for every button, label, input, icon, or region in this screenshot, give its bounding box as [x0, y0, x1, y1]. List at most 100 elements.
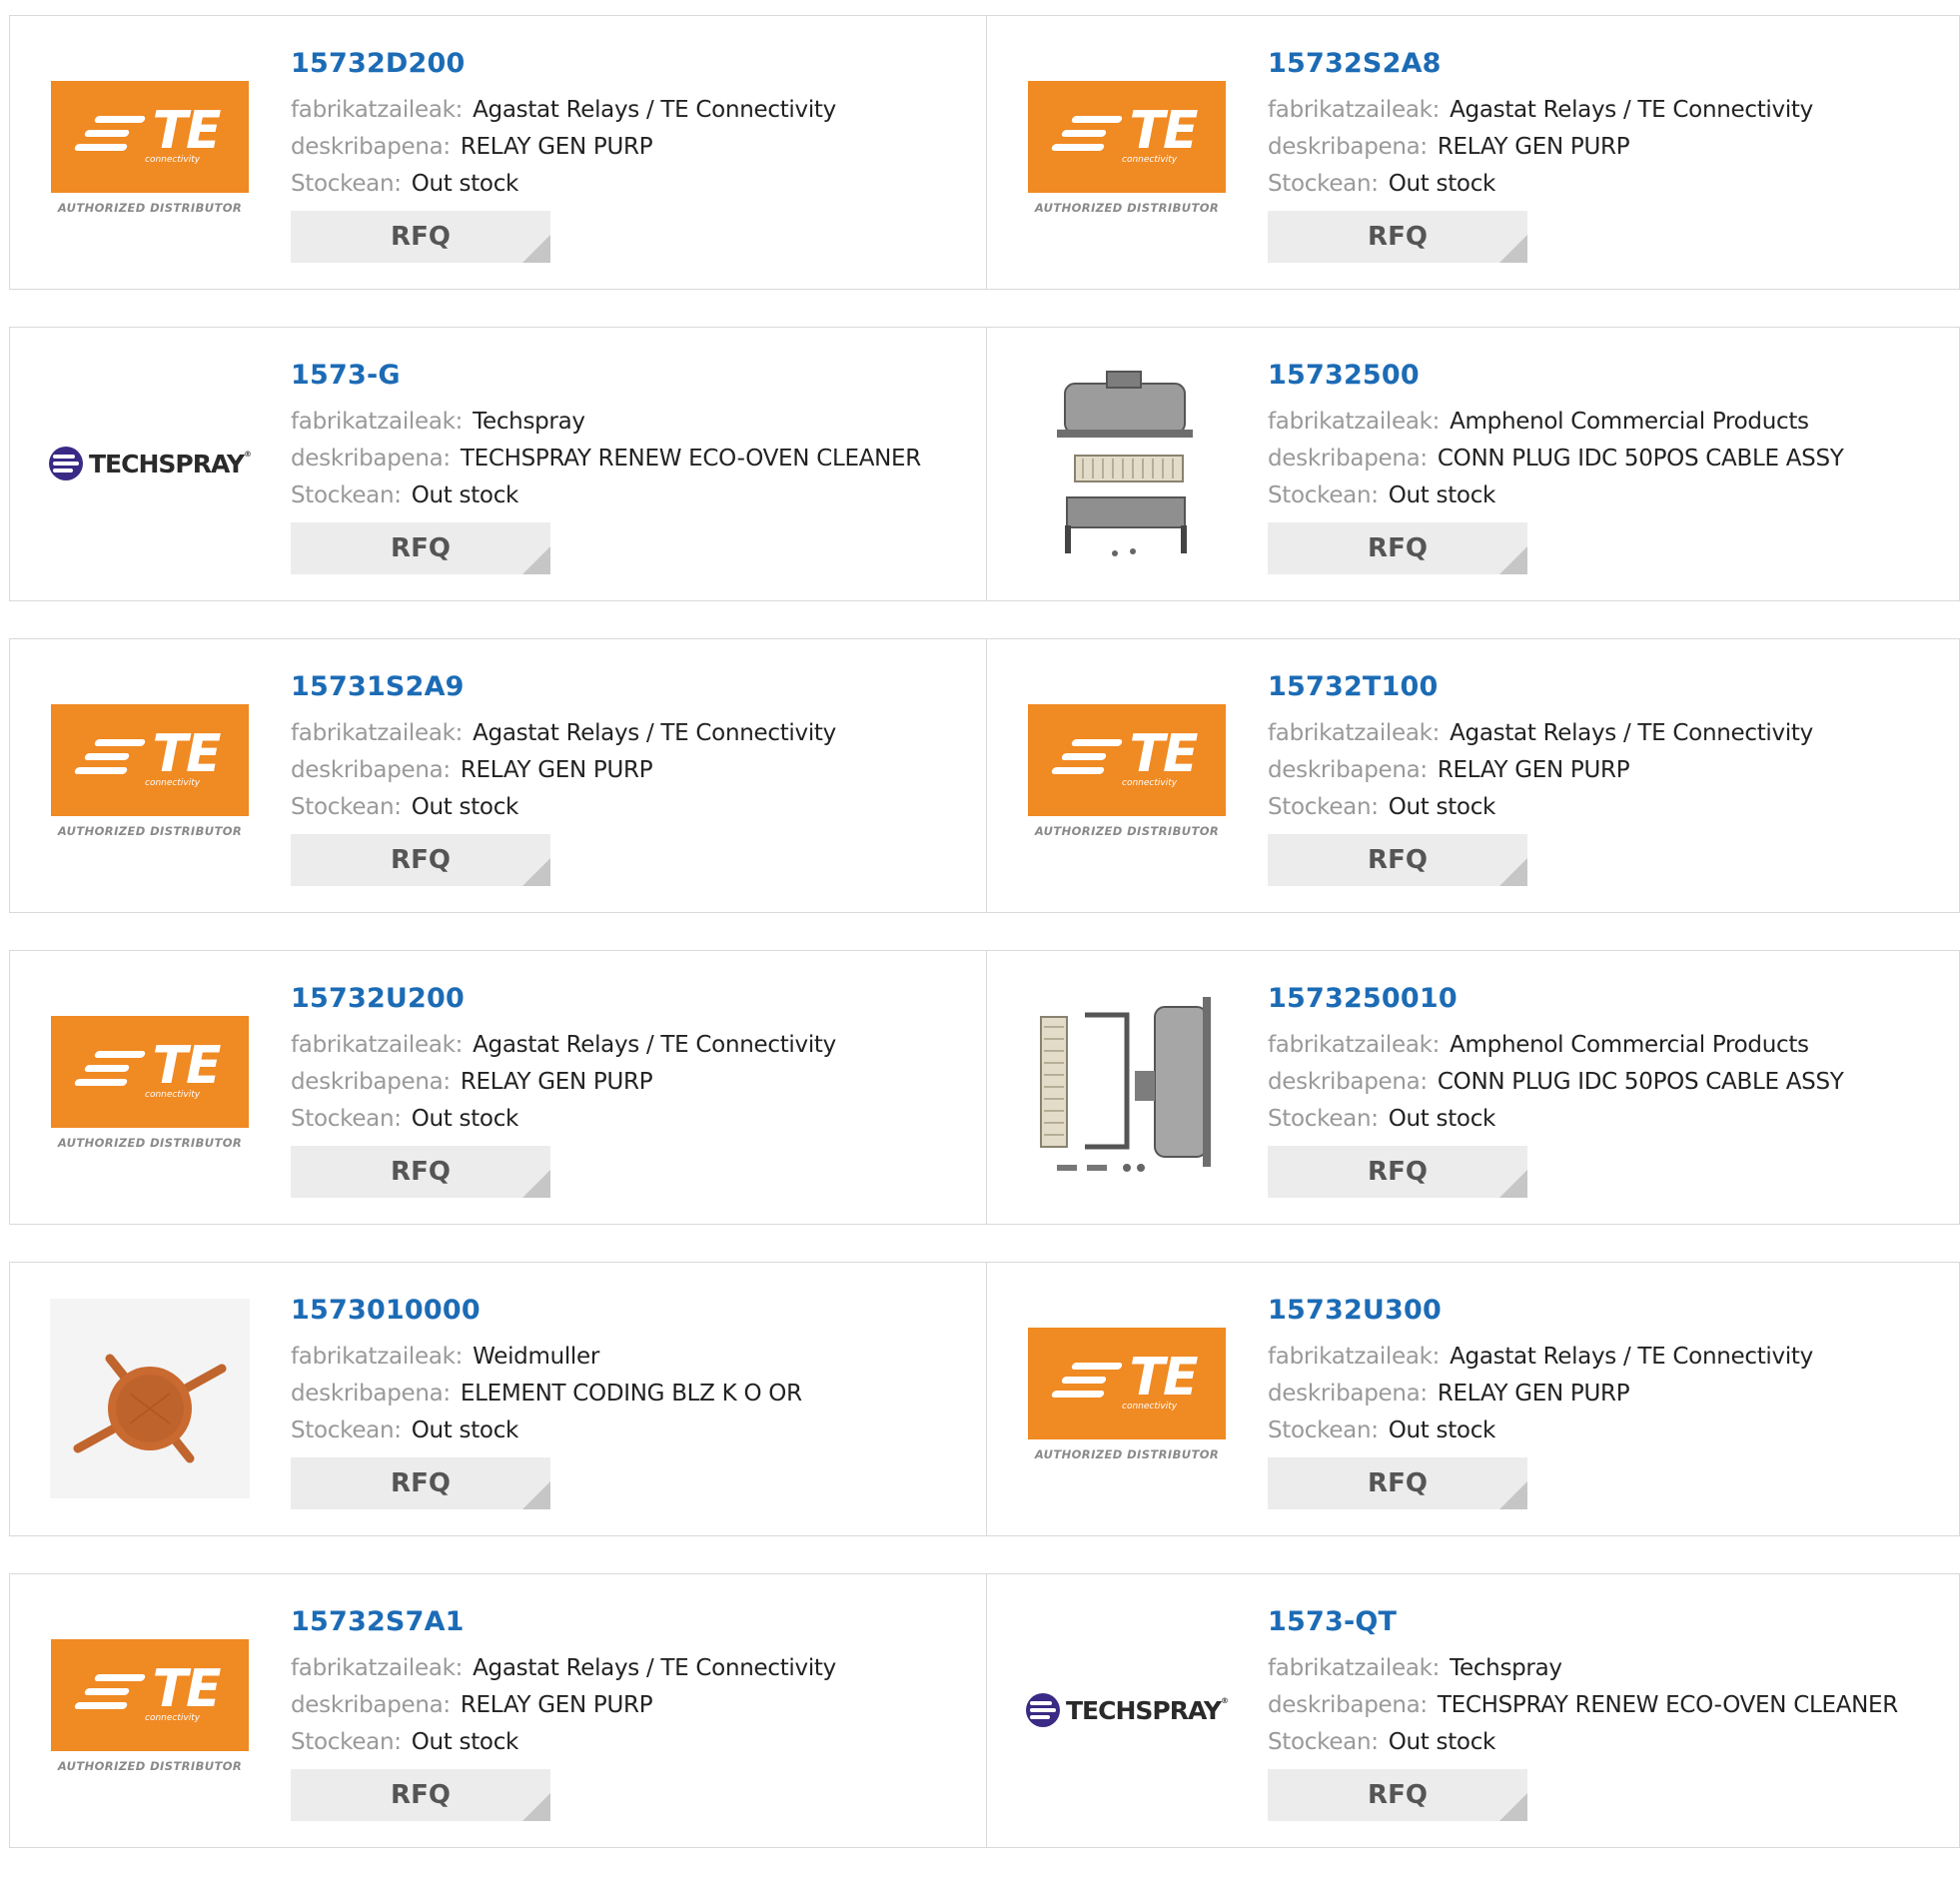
part-number-link[interactable]: 15732T100: [1268, 669, 1947, 705]
product-info: 1573010000 fabrikatzaileak: Weidmuller desk…: [291, 1293, 970, 1509]
part-number-link[interactable]: 15732S2A8: [1268, 46, 1947, 82]
manufacturer-label: fabrikatzaileak:: [291, 409, 464, 435]
description-label: deskribapena:: [1268, 1069, 1428, 1095]
description-line: deskribapena: TECHSPRAY RENEW ECO-OVEN CL…: [291, 441, 970, 477]
authorized-distributor-label: AUTHORIZED DISTRIBUTOR: [57, 201, 243, 215]
part-number-link[interactable]: 15732S7A1: [291, 1604, 970, 1640]
product-info: 15732U300 fabrikatzaileak: Agastat Relays …: [1268, 1293, 1947, 1509]
manufacturer-line: fabrikatzaileak: Weidmuller: [291, 1339, 970, 1376]
rfq-button-label: RFQ: [391, 222, 451, 252]
product-thumbnail[interactable]: TE connectivity AUTHORIZED DISTRIBUTOR: [1027, 1309, 1227, 1488]
product-row: TECHSPRAY® 1573-G fabrikatzaileak: Techspr…: [9, 327, 1960, 601]
product-info: 1573-QT fabrikatzaileak: Techspray deskriba…: [1268, 1604, 1947, 1821]
manufacturer-line: fabrikatzaileak: Agastat Relays / TE Conn…: [291, 715, 970, 752]
product-thumbnail[interactable]: TECHSPRAY®: [1025, 1620, 1229, 1800]
stock-line: Stockean: Out stock: [1268, 477, 1947, 514]
rfq-button[interactable]: RFQ: [1268, 1146, 1527, 1198]
rfq-button[interactable]: RFQ: [1268, 211, 1527, 263]
product-thumbnail[interactable]: [1027, 997, 1227, 1177]
rfq-button-label: RFQ: [391, 1468, 451, 1498]
description-label: deskribapena:: [291, 446, 451, 471]
manufacturer-label: fabrikatzaileak:: [291, 97, 464, 123]
te-logo-badge: TE connectivity: [51, 81, 249, 193]
rfq-button[interactable]: RFQ: [291, 211, 550, 263]
rfq-button[interactable]: RFQ: [291, 1146, 550, 1198]
description-line: deskribapena: RELAY GEN PURP: [1268, 1376, 1947, 1413]
manufacturer-line: fabrikatzaileak: Amphenol Commercial Prod…: [1268, 404, 1947, 441]
stock-value: Out stock: [1388, 1417, 1496, 1443]
product-card: TECHSPRAY® 1573-G fabrikatzaileak: Techspr…: [9, 327, 987, 601]
stock-label: Stockean:: [1268, 482, 1379, 508]
part-number-link[interactable]: 1573-G: [291, 358, 970, 394]
product-card: TE connectivity AUTHORIZED DISTRIBUTOR 1…: [9, 638, 987, 913]
rfq-button[interactable]: RFQ: [291, 522, 550, 574]
product-thumbnail[interactable]: TE connectivity AUTHORIZED DISTRIBUTOR: [50, 997, 250, 1177]
part-number-link[interactable]: 1573250010: [1268, 981, 1947, 1017]
product-thumbnail[interactable]: [1027, 371, 1227, 556]
rfq-button-label: RFQ: [1368, 1157, 1428, 1187]
te-logo-letters: TE: [152, 1659, 222, 1719]
rfq-button[interactable]: RFQ: [291, 1457, 550, 1509]
stock-value: Out stock: [411, 1106, 519, 1132]
product-thumbnail[interactable]: TE connectivity AUTHORIZED DISTRIBUTOR: [50, 685, 250, 865]
description-label: deskribapena:: [1268, 134, 1428, 160]
stock-line: Stockean: Out stock: [291, 477, 970, 514]
rfq-button-label: RFQ: [391, 845, 451, 875]
te-logo-subtitle: connectivity: [1122, 155, 1178, 165]
manufacturer-line: fabrikatzaileak: Agastat Relays / TE Conn…: [291, 1027, 970, 1064]
description-value: RELAY GEN PURP: [1437, 1381, 1630, 1407]
product-row: TE connectivity AUTHORIZED DISTRIBUTOR 1…: [9, 1573, 1960, 1848]
part-number-link[interactable]: 15732U300: [1268, 1293, 1947, 1329]
part-number-link[interactable]: 1573010000: [291, 1293, 970, 1329]
stock-line: Stockean: Out stock: [1268, 1101, 1947, 1138]
rfq-button-label: RFQ: [391, 533, 451, 563]
rfq-button[interactable]: RFQ: [1268, 1769, 1527, 1821]
manufacturer-label: fabrikatzaileak:: [1268, 1655, 1441, 1681]
rfq-corner-decoration: [1499, 1481, 1527, 1509]
rfq-button[interactable]: RFQ: [1268, 834, 1527, 886]
description-value: RELAY GEN PURP: [460, 1692, 653, 1718]
product-thumbnail[interactable]: TE connectivity AUTHORIZED DISTRIBUTOR: [50, 62, 250, 242]
te-logo-lines: [73, 1050, 146, 1086]
connector-product-photo: [1027, 364, 1227, 563]
manufacturer-label: fabrikatzaileak:: [291, 720, 464, 746]
manufacturer-value: Agastat Relays / TE Connectivity: [1450, 97, 1813, 123]
rfq-button[interactable]: RFQ: [1268, 522, 1527, 574]
description-value: TECHSPRAY RENEW ECO-OVEN CLEANER: [1437, 1692, 1898, 1718]
part-number-link[interactable]: 15731S2A9: [291, 669, 970, 705]
product-info: 15732S7A1 fabrikatzaileak: Agastat Relays …: [291, 1604, 970, 1821]
manufacturer-label: fabrikatzaileak:: [291, 1655, 464, 1681]
part-number-link[interactable]: 1573-QT: [1268, 1604, 1947, 1640]
rfq-button[interactable]: RFQ: [291, 1769, 550, 1821]
manufacturer-value: Agastat Relays / TE Connectivity: [473, 1655, 836, 1681]
product-thumbnail[interactable]: TE connectivity AUTHORIZED DISTRIBUTOR: [1027, 685, 1227, 865]
product-row: 1573010000 fabrikatzaileak: Weidmuller desk…: [9, 1262, 1960, 1536]
manufacturer-value: Agastat Relays / TE Connectivity: [473, 1032, 836, 1058]
product-thumbnail[interactable]: TE connectivity AUTHORIZED DISTRIBUTOR: [50, 1620, 250, 1800]
te-logo-badge: TE connectivity: [1028, 1328, 1226, 1439]
description-value: RELAY GEN PURP: [1437, 134, 1630, 160]
manufacturer-label: fabrikatzaileak:: [1268, 720, 1441, 746]
part-number-link[interactable]: 15732500: [1268, 358, 1947, 394]
te-logo-lines: [73, 738, 146, 774]
manufacturer-label: fabrikatzaileak:: [291, 1032, 464, 1058]
te-logo-badge: TE connectivity: [1028, 81, 1226, 193]
rfq-button[interactable]: RFQ: [1268, 1457, 1527, 1509]
product-thumbnail[interactable]: TE connectivity AUTHORIZED DISTRIBUTOR: [1027, 62, 1227, 242]
part-number-link[interactable]: 15732D200: [291, 46, 970, 82]
description-value: TECHSPRAY RENEW ECO-OVEN CLEANER: [460, 446, 921, 471]
rfq-button[interactable]: RFQ: [291, 834, 550, 886]
te-logo-badge: TE connectivity: [1028, 704, 1226, 816]
te-logo-subtitle: connectivity: [145, 1090, 201, 1100]
part-number-link[interactable]: 15732U200: [291, 981, 970, 1017]
techspray-wordmark: TECHSPRAY®: [1065, 1695, 1229, 1725]
te-logo-lines: [1050, 1362, 1123, 1398]
description-label: deskribapena:: [291, 1069, 451, 1095]
stock-value: Out stock: [411, 171, 519, 197]
product-card: 15732500 fabrikatzaileak: Amphenol Commerc…: [987, 327, 1960, 601]
stock-value: Out stock: [1388, 794, 1496, 820]
product-thumbnail[interactable]: TECHSPRAY®: [48, 374, 252, 553]
te-logo-lines: [73, 115, 146, 151]
product-thumbnail[interactable]: [50, 1299, 250, 1498]
stock-value: Out stock: [411, 794, 519, 820]
